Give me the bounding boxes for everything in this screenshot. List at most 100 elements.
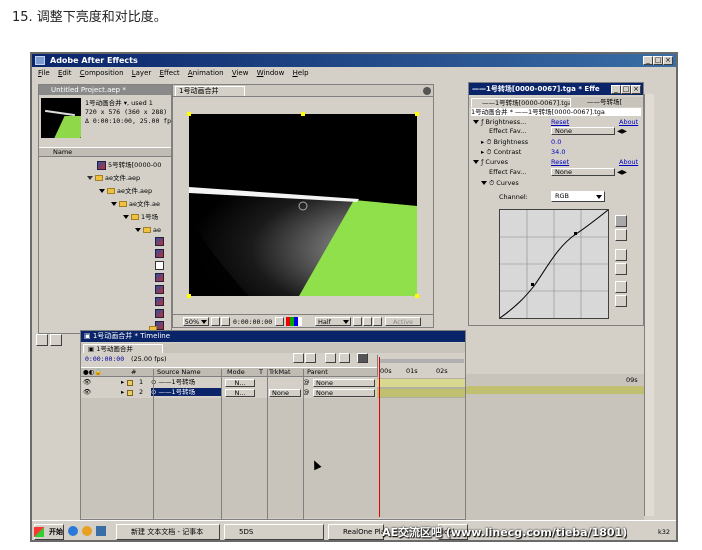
comp-viewer[interactable] bbox=[189, 114, 417, 296]
tab-timeline-comp[interactable]: ▣ 1号动画合并 bbox=[83, 344, 163, 353]
menu-help[interactable]: Help bbox=[293, 69, 309, 77]
brightness-value[interactable]: 0.0 bbox=[551, 138, 561, 146]
effects-minimize-button[interactable]: _ bbox=[611, 85, 621, 94]
effects-close-button[interactable]: × bbox=[631, 85, 641, 94]
tool-icon[interactable] bbox=[50, 334, 62, 346]
frame-blending-icon[interactable] bbox=[325, 353, 336, 363]
menu-file[interactable]: File bbox=[38, 69, 50, 77]
frame-handle[interactable] bbox=[187, 294, 191, 298]
snapshot-icon[interactable] bbox=[221, 317, 230, 326]
timeline-ruler[interactable]: 00s 01s 02s bbox=[377, 355, 465, 377]
layer-expand-icon[interactable]: ▸ bbox=[121, 378, 124, 386]
comp-marker-icon[interactable] bbox=[293, 353, 304, 363]
label-color-icon[interactable] bbox=[127, 390, 133, 396]
channel-icon[interactable] bbox=[286, 317, 302, 326]
panel-menu-icon[interactable] bbox=[423, 87, 431, 95]
visibility-icon[interactable]: 👁 bbox=[83, 378, 91, 386]
smooth-curve-icon[interactable] bbox=[615, 281, 627, 293]
graph-toggle-icon[interactable] bbox=[357, 353, 368, 363]
layer-duration-bars[interactable] bbox=[377, 378, 465, 398]
taskbar-item-5ds[interactable]: 5DS bbox=[224, 524, 324, 540]
current-time-indicator[interactable] bbox=[379, 357, 380, 517]
curve-tool-icon[interactable] bbox=[615, 215, 627, 227]
resolution-select[interactable]: Half bbox=[315, 317, 351, 326]
layer-bar[interactable] bbox=[466, 386, 644, 394]
project-item[interactable]: 1号场 bbox=[123, 212, 171, 222]
tab-comp[interactable]: 1号动画合并 bbox=[175, 86, 245, 96]
frame-handle[interactable] bbox=[415, 112, 419, 116]
layer-expand-icon[interactable]: ▸ bbox=[121, 388, 124, 396]
minimize-button[interactable]: _ bbox=[643, 56, 653, 65]
effects-scrollbar[interactable] bbox=[644, 94, 654, 516]
menu-effect[interactable]: Effect bbox=[160, 69, 180, 77]
favorite-nav-icon[interactable]: ◀▶ bbox=[617, 127, 627, 135]
shy-layers-icon[interactable] bbox=[305, 353, 316, 363]
taskbar-item-notepad[interactable]: 新建 文本文档 - 记事本 bbox=[116, 524, 220, 540]
layer-mode-select[interactable]: N... bbox=[225, 389, 255, 397]
layer-mode-select[interactable]: N... bbox=[225, 379, 255, 387]
tab-effects-secondary[interactable]: ——号转场[ bbox=[587, 98, 641, 106]
project-item[interactable]: ae文件.aep bbox=[99, 186, 171, 196]
channel-select[interactable]: RGB bbox=[551, 191, 605, 202]
active-camera-select[interactable]: Active bbox=[385, 317, 421, 326]
timeline-graph-area[interactable] bbox=[377, 398, 465, 518]
contrast-value[interactable]: 34.0 bbox=[551, 148, 565, 156]
menu-edit[interactable]: Edit bbox=[58, 69, 72, 77]
menu-window[interactable]: Window bbox=[257, 69, 285, 77]
reset-curve-icon[interactable] bbox=[615, 295, 627, 307]
tab-effects-main[interactable]: ——1号转场[0000-0067].tga bbox=[471, 98, 571, 107]
menu-layer[interactable]: Layer bbox=[132, 69, 152, 77]
label-color-icon[interactable] bbox=[127, 380, 133, 386]
visibility-icon[interactable]: 👁 bbox=[83, 388, 91, 396]
camera-icon[interactable] bbox=[275, 317, 284, 326]
project-item[interactable]: ae文件.aep bbox=[87, 173, 171, 183]
layer-row[interactable]: 👁 ▸ 2 ⊙ ——1号转场 N... None @ None bbox=[81, 388, 377, 398]
layer-bar[interactable] bbox=[377, 379, 465, 387]
brightness-reset-link[interactable]: Reset bbox=[551, 118, 569, 126]
effect-brightness-row[interactable]: ƒ Brightness... Reset About bbox=[473, 118, 643, 126]
motion-blur-icon[interactable] bbox=[339, 353, 350, 363]
curves-graph[interactable] bbox=[499, 209, 609, 319]
curves-about-link[interactable]: About bbox=[619, 158, 638, 166]
curves-favorite-nav-icon[interactable]: ◀▶ bbox=[617, 168, 627, 176]
open-curve-icon[interactable] bbox=[615, 249, 627, 261]
layer-trkmat-select[interactable]: None bbox=[269, 389, 301, 397]
close-button[interactable]: × bbox=[663, 56, 673, 65]
brightness-about-link[interactable]: About bbox=[619, 118, 638, 126]
effects-maximize-button[interactable]: □ bbox=[621, 85, 631, 94]
project-column-header[interactable]: Name bbox=[39, 147, 171, 157]
project-item[interactable]: 5号转场[0000-00 bbox=[97, 160, 171, 170]
tool-icon[interactable] bbox=[36, 334, 48, 346]
layer-bar[interactable] bbox=[377, 389, 465, 397]
3d-view-icon[interactable] bbox=[373, 317, 382, 326]
menu-view[interactable]: View bbox=[232, 69, 249, 77]
layer-row[interactable]: 👁 ▸ 1 ⊙ ——1号转场 N... @ None bbox=[81, 378, 377, 388]
curves-reset-link[interactable]: Reset bbox=[551, 158, 569, 166]
work-area-bar[interactable] bbox=[380, 359, 464, 363]
taskbar-item-realone[interactable]: RealOne Pla bbox=[328, 524, 384, 540]
maximize-button[interactable]: □ bbox=[653, 56, 663, 65]
frame-handle[interactable] bbox=[415, 294, 419, 298]
transparency-grid-icon[interactable] bbox=[363, 317, 372, 326]
menu-animation[interactable]: Animation bbox=[188, 69, 224, 77]
effect-favorite-select[interactable]: None bbox=[551, 127, 615, 135]
effect-curves-row[interactable]: ƒ Curves Reset About bbox=[473, 158, 643, 166]
curves-favorite-select[interactable]: None bbox=[551, 168, 615, 176]
pencil-tool-icon[interactable] bbox=[615, 229, 627, 241]
quicklaunch-ie-icon[interactable] bbox=[68, 526, 78, 536]
timeline-graph-extension[interactable]: 09s bbox=[466, 374, 644, 520]
col-source-name[interactable]: Source Name bbox=[157, 368, 201, 376]
safe-zones-icon[interactable] bbox=[211, 317, 220, 326]
layer-source-name-selected[interactable]: ⊙ ——1号转场 bbox=[151, 388, 221, 396]
quicklaunch-app-icon[interactable] bbox=[82, 526, 92, 536]
project-item[interactable]: ae文件.ae bbox=[111, 199, 171, 209]
frame-handle[interactable] bbox=[301, 112, 305, 116]
frame-handle[interactable] bbox=[187, 112, 191, 116]
project-item[interactable]: ae bbox=[135, 225, 171, 235]
region-icon[interactable] bbox=[353, 317, 362, 326]
layer-source-name[interactable]: ⊙ ——1号转场 bbox=[151, 378, 221, 386]
comp-timecode[interactable]: 0:00:00:00 bbox=[233, 318, 272, 326]
layer-parent-select[interactable]: None bbox=[313, 389, 375, 397]
save-curve-icon[interactable] bbox=[615, 263, 627, 275]
layer-parent-select[interactable]: None bbox=[313, 379, 375, 387]
